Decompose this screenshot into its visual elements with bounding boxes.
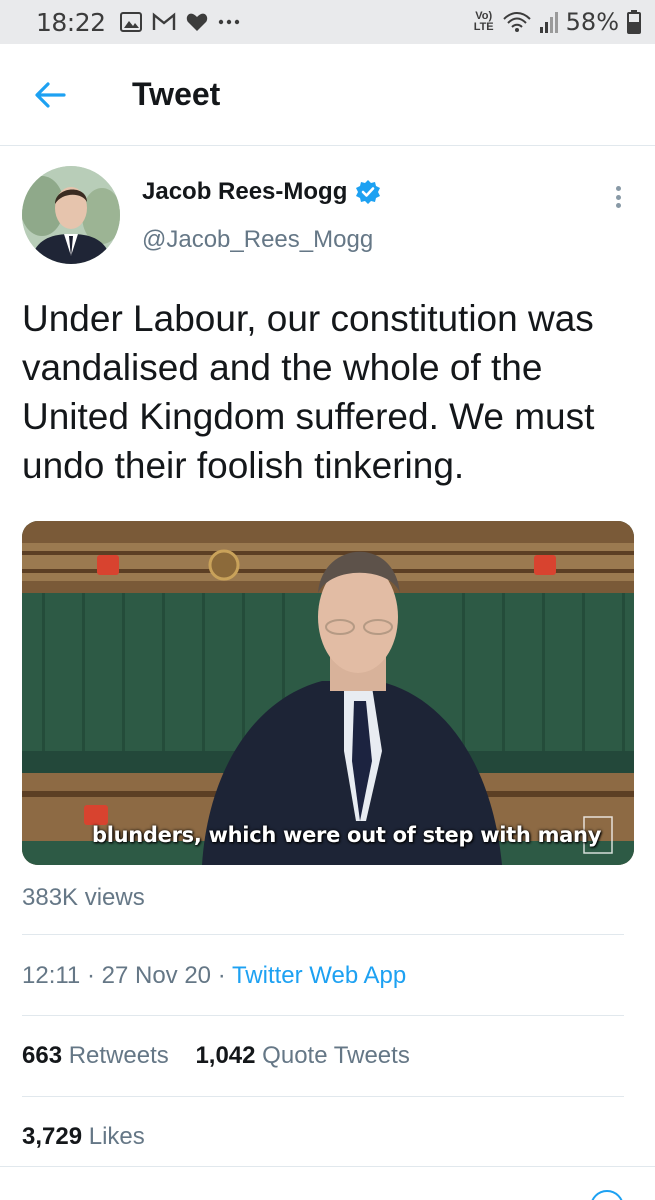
- battery-icon: [627, 10, 641, 34]
- more-dot-icon: [615, 203, 621, 208]
- divider: [22, 1015, 624, 1016]
- signal-icon: [539, 12, 558, 33]
- tweet-stats: 663 Retweets 1,042 Quote Tweets: [22, 1042, 410, 1070]
- divider: [22, 934, 624, 935]
- tweet-text: Under Labour, our constitution was vanda…: [22, 298, 595, 486]
- author-handle[interactable]: @Jacob_Rees_Mogg: [142, 226, 373, 254]
- gmail-icon: [152, 12, 175, 30]
- retweets-count: 663: [22, 1042, 63, 1069]
- more-options-button[interactable]: [606, 182, 630, 212]
- quote-tweets-stat[interactable]: 1,042 Quote Tweets: [195, 1042, 409, 1069]
- wifi-icon: [502, 12, 531, 32]
- more-notifications-icon: [218, 19, 239, 25]
- heart-icon: [186, 13, 207, 31]
- tweet-video[interactable]: blunders, which were out of step with ma…: [22, 521, 634, 865]
- back-button[interactable]: [30, 78, 70, 112]
- meta-separator: ·: [86, 962, 95, 989]
- divider: [22, 1096, 624, 1097]
- video-subtitle: blunders, which were out of step with ma…: [92, 823, 602, 847]
- quotes-label: Quote Tweets: [262, 1042, 410, 1069]
- meta-separator: ·: [217, 962, 226, 989]
- volte-icon: Vo) LTE: [473, 10, 494, 33]
- video-frame: [22, 521, 634, 865]
- author-name-row[interactable]: Jacob Rees-Mogg: [142, 178, 381, 206]
- status-bar: 18:22 Vo) LTE 58%: [0, 0, 655, 44]
- retweets-label: Retweets: [68, 1042, 169, 1069]
- action-icon-partial[interactable]: [590, 1190, 624, 1200]
- notification-icons: [119, 12, 240, 32]
- verified-badge-icon: [356, 180, 381, 204]
- author-name[interactable]: Jacob Rees-Mogg: [142, 178, 347, 206]
- app-header: Tweet: [0, 44, 655, 146]
- likes-stat[interactable]: 3,729 Likes: [22, 1123, 145, 1151]
- view-count: 383K views: [22, 884, 145, 911]
- page-title: Tweet: [132, 76, 221, 112]
- retweets-stat[interactable]: 663 Retweets: [22, 1042, 169, 1069]
- tweet-time: 12:11: [22, 962, 81, 989]
- likes-count: 3,729: [22, 1123, 83, 1150]
- more-dot-icon: [615, 186, 621, 191]
- system-icons: Vo) LTE 58%: [474, 8, 641, 36]
- quotes-count: 1,042: [195, 1042, 256, 1069]
- status-time: 18:22: [36, 7, 106, 37]
- tweet-date: 27 Nov 20: [101, 962, 212, 989]
- avatar[interactable]: [22, 166, 120, 264]
- tweet-source-link[interactable]: Twitter Web App: [232, 962, 406, 989]
- gallery-icon: [119, 12, 142, 32]
- divider: [0, 1166, 655, 1167]
- battery-percent: 58%: [565, 8, 619, 36]
- more-dot-icon: [615, 194, 621, 200]
- likes-label: Likes: [88, 1123, 145, 1150]
- arrow-left-icon: [35, 82, 66, 108]
- tweet-meta: 12:11 · 27 Nov 20 · Twitter Web App: [22, 962, 406, 990]
